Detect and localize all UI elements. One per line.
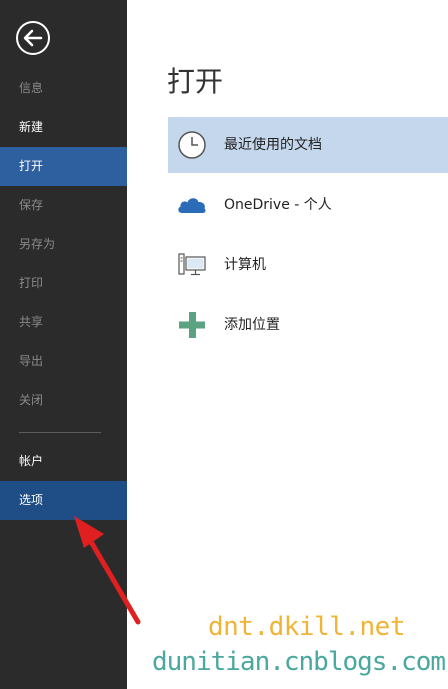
location-label: 最近使用的文档 — [224, 137, 322, 153]
back-arrow-icon[interactable] — [15, 20, 51, 56]
cloud-icon — [178, 198, 206, 213]
location-label: 计算机 — [224, 257, 266, 273]
nav-item-save-as[interactable]: 另存为 — [0, 225, 127, 264]
nav-item-open[interactable]: 打开 — [0, 147, 127, 186]
location-computer[interactable]: 计算机 — [168, 237, 448, 293]
red-arrow-annotation — [74, 516, 141, 625]
open-panel: 打开 最近使用的文档 OneDrive - 个人 计算机 添加位置 — [127, 0, 448, 689]
nav-divider — [19, 432, 101, 433]
watermark-line-2: dunitian.cnblogs.com — [152, 647, 446, 677]
nav-item-print[interactable]: 打印 — [0, 264, 127, 303]
location-onedrive[interactable]: OneDrive - 个人 — [168, 177, 448, 233]
nav-item-share[interactable]: 共享 — [0, 303, 127, 342]
nav-item-new[interactable]: 新建 — [0, 108, 127, 147]
nav-item-info[interactable]: 信息 — [0, 69, 127, 108]
page-title: 打开 — [167, 65, 224, 98]
location-recent[interactable]: 最近使用的文档 — [168, 117, 448, 173]
nav-item-save[interactable]: 保存 — [0, 186, 127, 225]
watermark-line-1: dnt.dkill.net — [208, 612, 406, 642]
location-add-place[interactable]: 添加位置 — [168, 297, 448, 353]
nav-item-account[interactable]: 帐户 — [0, 442, 127, 481]
location-label: 添加位置 — [224, 317, 280, 333]
plus-icon — [179, 312, 205, 338]
clock-icon — [178, 131, 206, 159]
nav-item-export[interactable]: 导出 — [0, 342, 127, 381]
nav-item-close[interactable]: 关闭 — [0, 381, 127, 420]
location-label: OneDrive - 个人 — [224, 197, 332, 213]
computer-icon — [178, 253, 206, 276]
